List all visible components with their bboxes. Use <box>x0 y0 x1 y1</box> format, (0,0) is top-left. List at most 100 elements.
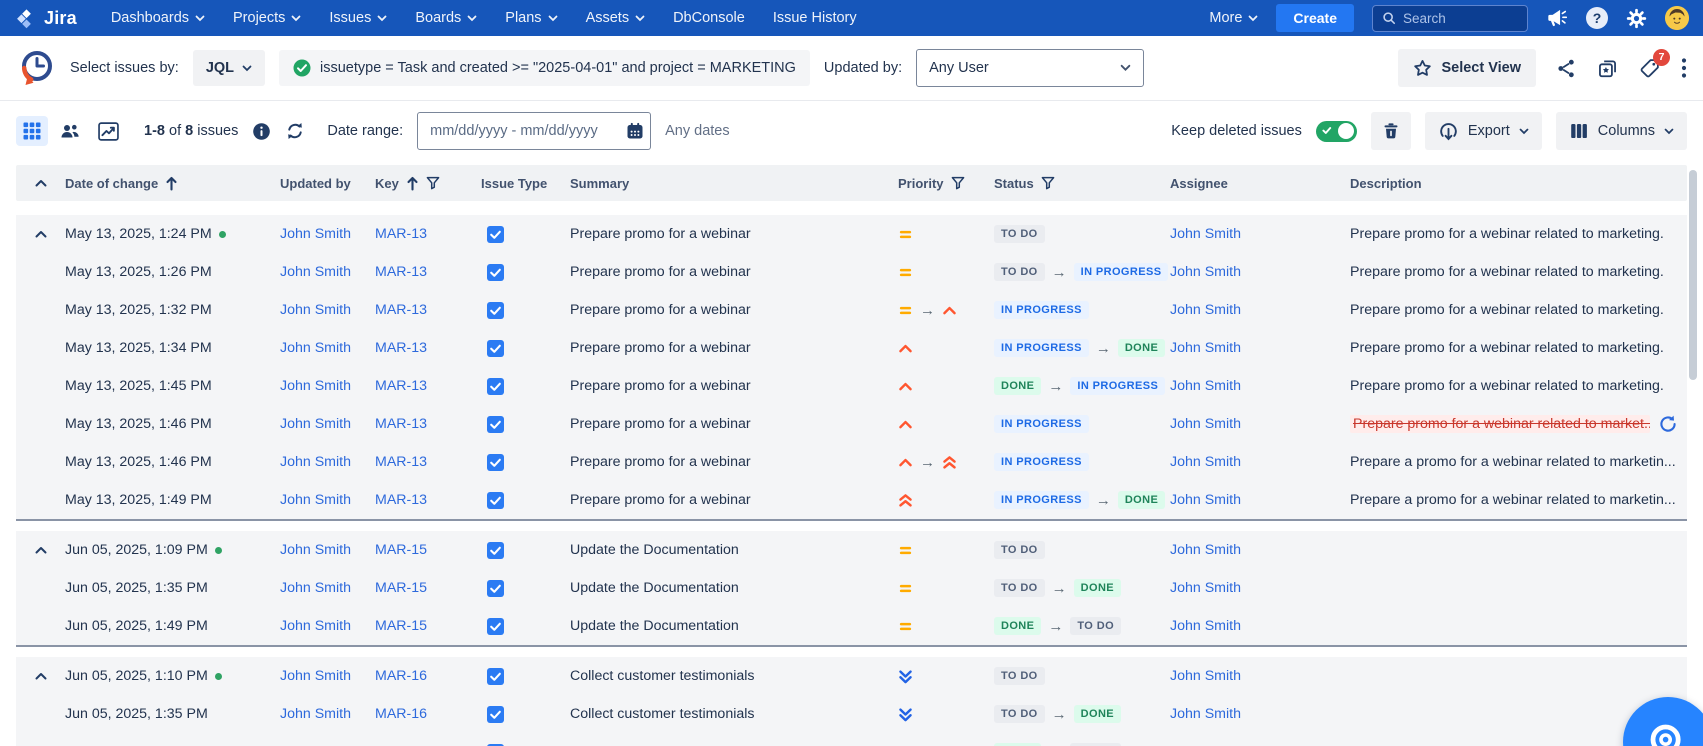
issue-type-task-icon <box>487 416 504 433</box>
jql-query-pill[interactable]: issuetype = Task and created >= "2025-04… <box>279 50 810 86</box>
description-text: Prepare promo for a webinar related to m… <box>1350 226 1664 242</box>
date-range-input[interactable] <box>430 123 617 139</box>
assignee-link[interactable]: John Smith <box>1170 580 1241 596</box>
collapse-group-chevron-icon[interactable] <box>34 229 48 239</box>
refresh-icon[interactable] <box>285 121 305 141</box>
keep-deleted-toggle[interactable] <box>1316 121 1357 142</box>
issue-key-link[interactable]: MAR-15 <box>375 542 427 558</box>
saved-views-icon[interactable] <box>1597 58 1618 79</box>
nav-item-projects[interactable]: Projects <box>233 10 301 26</box>
nav-item-boards[interactable]: Boards <box>415 10 477 26</box>
user-avatar[interactable] <box>1665 6 1689 30</box>
collapse-group-chevron-icon[interactable] <box>34 545 48 555</box>
global-search[interactable] <box>1372 5 1528 32</box>
restore-description-button[interactable] <box>1658 414 1678 434</box>
collapse-all-chevron-icon[interactable] <box>16 178 65 188</box>
grid-view-button[interactable] <box>16 116 48 146</box>
announcements-megaphone-icon[interactable] <box>1546 7 1568 29</box>
updated-by-link[interactable]: John Smith <box>280 302 351 318</box>
sort-ascending-icon[interactable] <box>165 176 178 191</box>
share-icon[interactable] <box>1556 58 1577 79</box>
assignee-link[interactable]: John Smith <box>1170 264 1241 280</box>
assignee-link[interactable]: John Smith <box>1170 668 1241 684</box>
assignee-link[interactable]: John Smith <box>1170 618 1241 634</box>
more-options-kebab-icon[interactable] <box>1681 57 1687 79</box>
issue-key-link[interactable]: MAR-13 <box>375 340 427 356</box>
vertical-scrollbar[interactable] <box>1689 170 1697 380</box>
updated-by-link[interactable]: John Smith <box>280 580 351 596</box>
updated-by-link[interactable]: John Smith <box>280 542 351 558</box>
updated-by-link[interactable]: John Smith <box>280 264 351 280</box>
updated-by-link[interactable]: John Smith <box>280 340 351 356</box>
assignee-link[interactable]: John Smith <box>1170 416 1241 432</box>
nav-item-assets[interactable]: Assets <box>586 10 646 26</box>
updated-by-link[interactable]: John Smith <box>280 454 351 470</box>
updated-by-link[interactable]: John Smith <box>280 668 351 684</box>
chart-view-button[interactable] <box>92 116 124 146</box>
nav-item-dashboards[interactable]: Dashboards <box>111 10 205 26</box>
filter-icon[interactable] <box>951 176 965 190</box>
jira-brand[interactable]: Jira <box>16 7 77 30</box>
issue-key-link[interactable]: MAR-15 <box>375 580 427 596</box>
collapse-group-chevron-icon[interactable] <box>34 671 48 681</box>
settings-gear-icon[interactable] <box>1626 8 1647 29</box>
assignee-link[interactable]: John Smith <box>1170 706 1241 722</box>
status-cell: IN PROGRESS <box>994 301 1170 319</box>
assignee-link[interactable]: John Smith <box>1170 378 1241 394</box>
select-view-button[interactable]: Select View <box>1398 49 1536 87</box>
updated-by-select[interactable]: Any User <box>916 49 1144 87</box>
updated-by-link[interactable]: John Smith <box>280 706 351 722</box>
issue-key-link[interactable]: MAR-15 <box>375 618 427 634</box>
create-button[interactable]: Create <box>1276 4 1354 32</box>
export-button[interactable]: Export <box>1425 112 1542 150</box>
nav-item-plans[interactable]: Plans <box>505 10 557 26</box>
date-range-field[interactable] <box>417 112 651 150</box>
status-badge: IN PROGRESS <box>994 339 1089 357</box>
group-by-user-view-button[interactable] <box>54 116 86 146</box>
updated-by-link[interactable]: John Smith <box>280 378 351 394</box>
labels-tag-icon[interactable]: 7 <box>1638 57 1661 80</box>
issue-key-link[interactable]: MAR-13 <box>375 302 427 318</box>
updated-by-link[interactable]: John Smith <box>280 226 351 242</box>
assignee-link[interactable]: John Smith <box>1170 340 1241 356</box>
assignee-link[interactable]: John Smith <box>1170 492 1241 508</box>
assignee-link[interactable]: John Smith <box>1170 302 1241 318</box>
priority-cell <box>898 707 994 722</box>
assignee-link[interactable]: John Smith <box>1170 226 1241 242</box>
issue-key-link[interactable]: MAR-16 <box>375 668 427 684</box>
issue-key-link[interactable]: MAR-13 <box>375 416 427 432</box>
change-date: May 13, 2025, 1:49 PM <box>65 492 212 508</box>
issue-key-link[interactable]: MAR-13 <box>375 492 427 508</box>
nav-item-dbconsole[interactable]: DbConsole <box>673 10 745 26</box>
nav-item-issues[interactable]: Issues <box>329 10 387 26</box>
priority-cell: → <box>898 454 994 471</box>
chevron-down-icon <box>635 15 645 22</box>
nav-item-issue-history[interactable]: Issue History <box>773 10 857 26</box>
issue-key-link[interactable]: MAR-13 <box>375 264 427 280</box>
status-badge: IN PROGRESS <box>994 415 1089 433</box>
help-icon[interactable]: ? <box>1586 7 1608 29</box>
filter-icon[interactable] <box>426 176 440 190</box>
issue-key-link[interactable]: MAR-13 <box>375 226 427 242</box>
sort-ascending-icon[interactable] <box>406 176 419 191</box>
delete-button[interactable] <box>1371 112 1411 150</box>
transition-arrow-icon: → <box>1052 706 1067 723</box>
query-mode-dropdown[interactable]: JQL <box>193 50 265 86</box>
calendar-icon[interactable] <box>625 121 645 141</box>
assignee-link[interactable]: John Smith <box>1170 454 1241 470</box>
search-input[interactable] <box>1403 11 1513 26</box>
issue-key-link[interactable]: MAR-13 <box>375 378 427 394</box>
updated-by-link[interactable]: John Smith <box>280 618 351 634</box>
status-cell: TO DO <box>994 667 1170 685</box>
chevron-down-icon <box>467 15 477 22</box>
filter-bar: Select issues by: JQL issuetype = Task a… <box>0 36 1703 101</box>
nav-item-more[interactable]: More <box>1209 10 1258 26</box>
info-icon[interactable] <box>252 122 271 141</box>
columns-button[interactable]: Columns <box>1556 112 1687 150</box>
updated-by-link[interactable]: John Smith <box>280 492 351 508</box>
issue-key-link[interactable]: MAR-13 <box>375 454 427 470</box>
filter-icon[interactable] <box>1041 176 1055 190</box>
updated-by-link[interactable]: John Smith <box>280 416 351 432</box>
issue-key-link[interactable]: MAR-16 <box>375 706 427 722</box>
assignee-link[interactable]: John Smith <box>1170 542 1241 558</box>
